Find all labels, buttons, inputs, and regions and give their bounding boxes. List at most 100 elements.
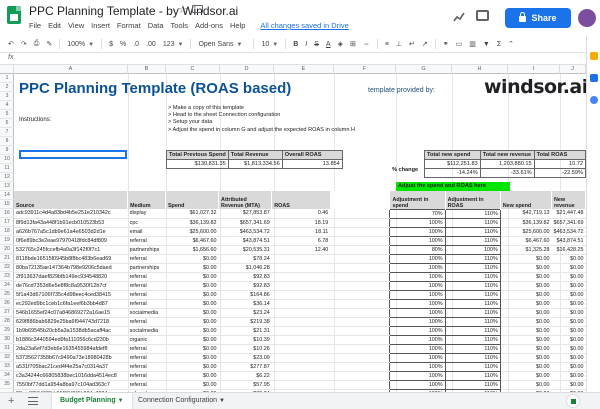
medium-cell[interactable]: partnerships — [127, 245, 166, 255]
align-icon[interactable]: ≡ — [385, 41, 389, 48]
tasks-icon[interactable] — [590, 74, 598, 82]
spend-cell[interactable]: $0.00 — [165, 263, 219, 273]
menu-data[interactable]: Data — [148, 21, 164, 30]
column-header-f[interactable]: F — [334, 65, 396, 74]
new-spend-cell[interactable]: $0.00 — [500, 353, 552, 363]
new-revenue-cell[interactable]: $16,428.25 — [551, 245, 586, 255]
row-header[interactable]: 5 — [0, 110, 14, 119]
roas-cell[interactable]: 18.11 — [271, 227, 331, 237]
adjust-spend-input[interactable]: 100% — [389, 226, 446, 237]
new-revenue-cell[interactable]: $0.00 — [551, 308, 586, 318]
spend-cell[interactable]: $0.00 — [165, 353, 219, 363]
fill-color-icon[interactable]: ◈ — [338, 40, 343, 48]
row-header[interactable]: 32 — [0, 353, 14, 362]
adjust-roas-input[interactable]: 110% — [444, 271, 501, 282]
spend-change[interactable]: -14.24% — [424, 168, 481, 178]
increase-decimals-button[interactable]: .00 — [146, 41, 156, 48]
spend-cell[interactable]: $36,139.82 — [165, 218, 219, 228]
spend-cell[interactable]: $0.00 — [165, 281, 219, 291]
revenue-cell[interactable]: $463,534.72 — [218, 227, 272, 237]
medium-cell[interactable]: email — [127, 227, 166, 237]
new-revenue-cell[interactable]: $0.00 — [551, 272, 586, 282]
all-sheets-icon[interactable] — [28, 397, 38, 405]
revenue-cell[interactable]: $23.09 — [218, 353, 272, 363]
gap-cell[interactable] — [330, 227, 390, 237]
revenue-cell[interactable]: $277.87 — [218, 362, 272, 372]
row-header[interactable]: 35 — [0, 380, 14, 389]
medium-cell[interactable]: referral — [127, 272, 166, 282]
spend-cell[interactable]: $0.00 — [165, 335, 219, 345]
total-new-revenue[interactable]: 1,203,880.15 — [479, 159, 535, 169]
source-cell[interactable]: ec292ed9bc1ceb1c6fa1eef6b3bb4d87 — [14, 299, 128, 309]
gap-cell[interactable] — [330, 371, 390, 381]
adjust-spend-input[interactable]: 100% — [389, 370, 446, 381]
new-revenue-cell[interactable]: $0.00 — [551, 263, 586, 273]
adjust-roas-input[interactable]: 110% — [444, 379, 501, 390]
source-cell[interactable]: 8f9d13fa43a448f1b91ecb010523b53 — [14, 218, 128, 228]
adjust-spend-input[interactable]: 100% — [389, 379, 446, 390]
row-header[interactable]: 21 — [0, 254, 14, 263]
revenue-cell[interactable]: $657,341.69 — [218, 218, 272, 228]
gap-cell[interactable] — [330, 380, 390, 390]
revenue-cell[interactable]: $78.24 — [218, 254, 272, 264]
source-cell[interactable]: 2da23a6ef7d3eb6e1635455984afdef8 — [14, 344, 128, 354]
new-spend-cell[interactable]: $0.00 — [500, 272, 552, 282]
revenue-cell[interactable]: $219.38 — [218, 317, 272, 327]
revenue-cell[interactable]: $164.86 — [218, 290, 272, 300]
star-icon[interactable]: ☆ — [178, 3, 188, 16]
new-revenue-cell[interactable]: $21,447.48 — [551, 209, 586, 219]
spend-cell[interactable]: $0.00 — [165, 326, 219, 336]
menu-tools[interactable]: Tools — [171, 21, 189, 30]
column-header-i[interactable]: I — [508, 65, 560, 74]
row-header[interactable]: 34 — [0, 371, 14, 380]
column-header-a[interactable]: A — [14, 65, 128, 74]
adjust-roas-input[interactable]: 110% — [444, 307, 501, 318]
spend-cell[interactable]: $0.00 — [165, 290, 219, 300]
gap-cell[interactable] — [330, 209, 390, 219]
adjust-roas-input[interactable]: 110% — [444, 262, 501, 273]
adjust-roas-input[interactable]: 110% — [444, 343, 501, 354]
new-spend-cell[interactable]: $0.00 — [500, 299, 552, 309]
text-color-button[interactable]: A — [326, 41, 331, 48]
font-size-select[interactable]: 10 ▼ — [261, 41, 278, 48]
new-spend-cell[interactable]: $0.00 — [500, 317, 552, 327]
row-header[interactable]: 23 — [0, 272, 14, 281]
column-header-d[interactable]: D — [220, 65, 274, 74]
revenue-cell[interactable]: $27,853.87 — [218, 209, 272, 219]
roas-cell[interactable]: 18.19 — [271, 218, 331, 228]
adjust-roas-input[interactable]: 100% — [444, 244, 501, 255]
adjust-spend-input[interactable]: 100% — [389, 307, 446, 318]
medium-cell[interactable]: referral — [127, 362, 166, 372]
gap-cell[interactable] — [330, 272, 390, 282]
row-header[interactable]: 30 — [0, 335, 14, 344]
adjust-roas-input[interactable]: 110% — [444, 226, 501, 237]
paint-format-icon[interactable]: ✎ — [46, 40, 52, 48]
roas-cell[interactable] — [271, 326, 331, 336]
row-header[interactable]: 22 — [0, 263, 14, 272]
column-header-g[interactable]: G — [396, 65, 452, 74]
new-revenue-cell[interactable]: $0.00 — [551, 254, 586, 264]
italic-button[interactable]: I — [305, 41, 307, 48]
row-header[interactable]: 25 — [0, 290, 14, 299]
row-header[interactable]: 31 — [0, 344, 14, 353]
new-spend-cell[interactable]: $0.00 — [500, 308, 552, 318]
source-cell[interactable]: b1886c3440594ed9fa111056c6cd230b — [14, 335, 128, 345]
adjust-spend-input[interactable]: 100% — [389, 298, 446, 309]
new-revenue-cell[interactable]: $0.00 — [551, 326, 586, 336]
roas-cell[interactable] — [271, 299, 331, 309]
revenue-cell[interactable]: $21.31 — [218, 326, 272, 336]
medium-cell[interactable]: display — [127, 209, 166, 219]
source-cell[interactable]: 1b9b69545b20cb5a3a1538db5acaff4ac — [14, 326, 128, 336]
new-spend-cell[interactable]: $0.00 — [500, 371, 552, 381]
new-spend-cell[interactable]: $0.00 — [500, 380, 552, 390]
share-button[interactable]: Share — [505, 8, 571, 28]
revenue-cell[interactable]: $10.26 — [218, 344, 272, 354]
roas-cell[interactable] — [271, 353, 331, 363]
new-revenue-cell[interactable]: $0.00 — [551, 353, 586, 363]
medium-cell[interactable]: referral — [127, 371, 166, 381]
new-spend-cell[interactable]: $36,139.82 — [500, 218, 552, 228]
roas-cell[interactable] — [271, 281, 331, 291]
spend-cell[interactable]: $0.00 — [165, 254, 219, 264]
row-header[interactable]: 10 — [0, 155, 14, 164]
roas-cell[interactable]: 6.78 — [271, 236, 331, 246]
